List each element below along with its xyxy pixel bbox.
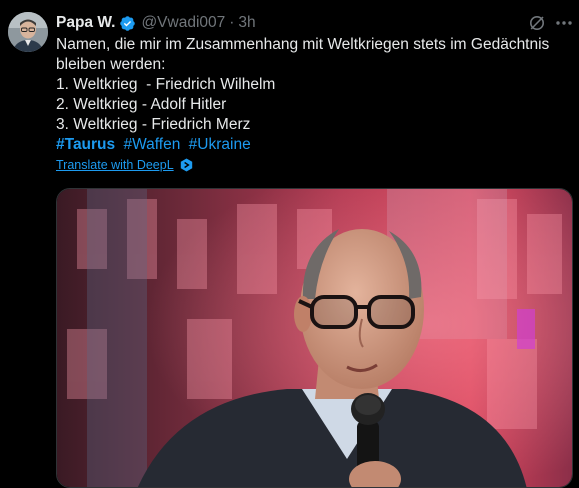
photo-portrait-image [57,189,572,487]
tweet-text-line: Namen, die mir im Zusammenhang mit Weltk… [56,36,550,53]
separator-dot: · [229,14,235,31]
tweet-text-line: 1. Weltkrieg - Friedrich Wilhelm [56,76,276,93]
deepl-icon [180,158,193,172]
tweet-text-line: 2. Weltkrieg - Adolf Hitler [56,96,227,113]
hashtag-waffen[interactable]: #Waffen [123,136,180,153]
tweet-text-line: 3. Weltkrieg - Friedrich Merz [56,116,251,133]
tweet-photo[interactable] [56,188,573,488]
tweet-text-line: bleiben werden: [56,56,166,73]
display-name[interactable]: Papa W. [56,14,115,32]
verified-badge-icon [119,15,136,32]
hashtag-ukraine[interactable]: #Ukraine [189,136,251,153]
user-handle[interactable]: @Vwadi007 [141,14,225,32]
timestamp[interactable]: 3h [238,14,255,32]
tweet-text: Namen, die mir im Zusammenhang mit Weltk… [56,35,571,155]
hashtag-taurus[interactable]: #Taurus [56,136,115,153]
more-icon[interactable] [554,14,574,32]
tweet-header: Papa W. @Vwadi007 · 3h [56,12,256,34]
hashtag-row: #Taurus #Waffen #Ukraine [56,135,571,155]
grok-icon[interactable] [528,14,546,32]
translate-link[interactable]: Translate with DeepL [56,158,193,172]
tweet-card[interactable]: Papa W. @Vwadi007 · 3h Namen, die mir im… [0,0,579,488]
translate-label[interactable]: Translate with DeepL [56,158,174,172]
avatar[interactable] [8,12,48,52]
